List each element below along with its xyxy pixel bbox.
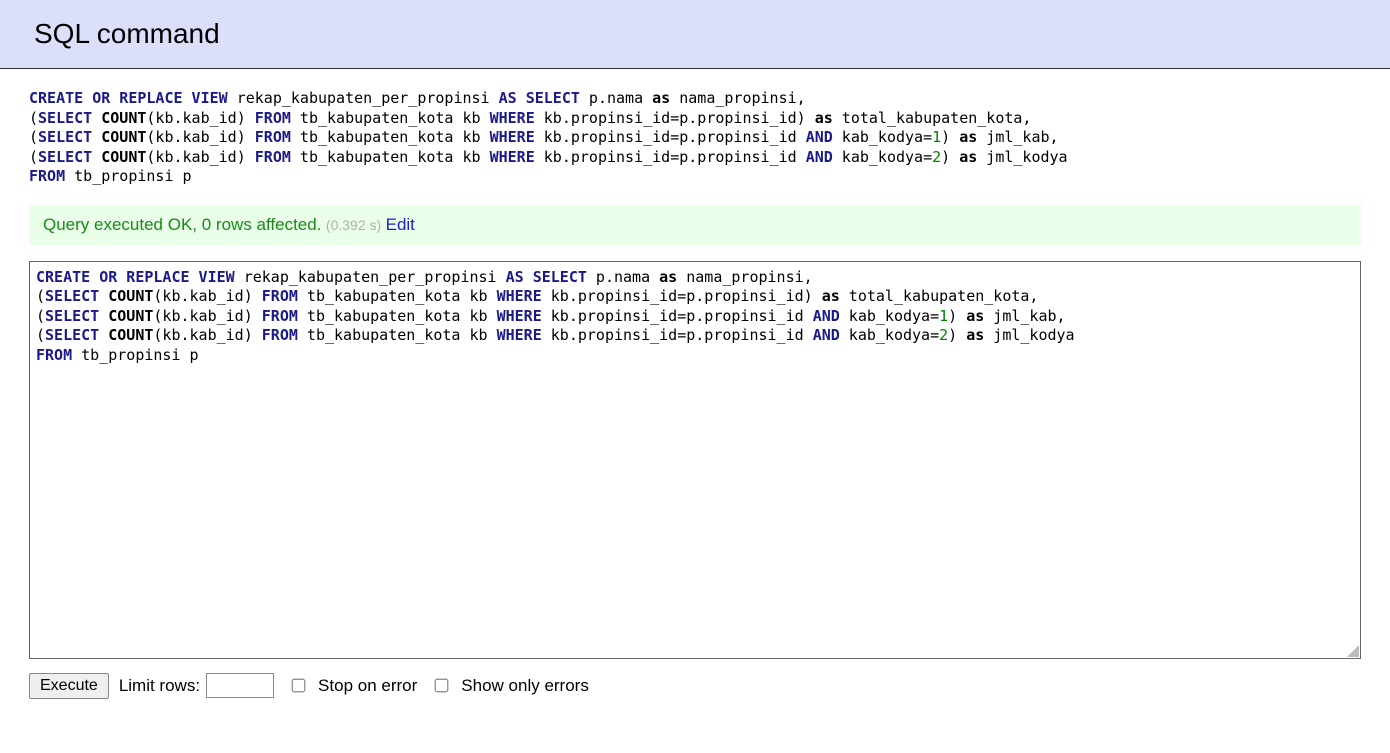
result-message: Query executed OK, 0 rows affected. — [43, 215, 321, 234]
edit-link[interactable]: Edit — [386, 215, 415, 234]
result-time: (0.392 s) — [326, 217, 381, 233]
stop-on-error-checkbox[interactable] — [292, 679, 306, 693]
page-header: SQL command — [0, 0, 1390, 69]
sql-editor-wrap: CREATE OR REPLACE VIEW rekap_kabupaten_p… — [29, 261, 1361, 659]
executed-sql-display: CREATE OR REPLACE VIEW rekap_kabupaten_p… — [29, 89, 1361, 187]
page-title: SQL command — [34, 18, 1356, 50]
execute-button[interactable] — [29, 673, 109, 699]
show-only-errors-checkbox[interactable] — [435, 679, 449, 693]
result-message-bar: Query executed OK, 0 rows affected. (0.3… — [29, 205, 1361, 245]
stop-on-error-label: Stop on error — [318, 676, 417, 696]
show-only-errors-label: Show only errors — [461, 676, 589, 696]
limit-rows-input[interactable] — [206, 673, 274, 698]
limit-rows-label: Limit rows: — [119, 676, 200, 696]
content-area: CREATE OR REPLACE VIEW rekap_kabupaten_p… — [0, 69, 1390, 699]
sql-editor[interactable]: CREATE OR REPLACE VIEW rekap_kabupaten_p… — [30, 262, 1360, 658]
controls-bar: Limit rows: Stop on error Show only erro… — [29, 673, 1361, 699]
